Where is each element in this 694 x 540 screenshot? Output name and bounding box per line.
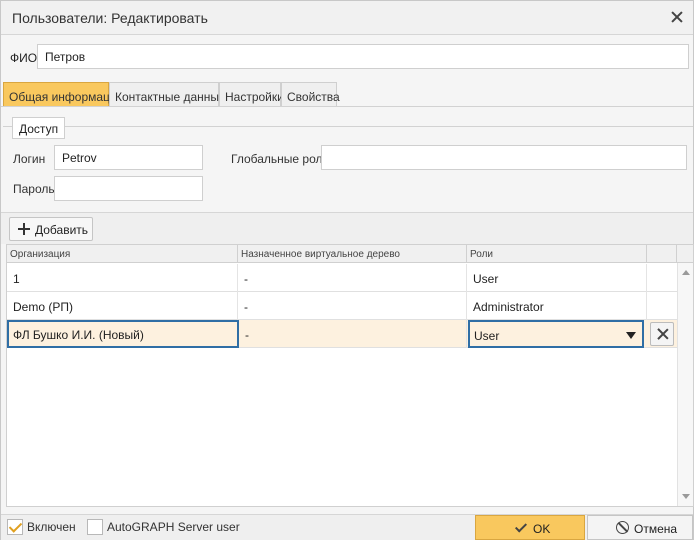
- cell-virtual-tree[interactable]: -: [239, 320, 467, 348]
- fio-label: ФИО: [10, 51, 38, 65]
- ban-icon: [616, 521, 629, 534]
- cell-organization-editing[interactable]: ФЛ Бушко И.И. (Новый): [7, 320, 239, 348]
- tab-contact-data[interactable]: Контактные данные: [109, 82, 226, 107]
- global-roles-input[interactable]: [321, 145, 687, 170]
- chevron-down-icon[interactable]: [626, 332, 636, 339]
- login-input[interactable]: [54, 145, 203, 170]
- role-select-value: User: [474, 329, 500, 343]
- cell-virtual-tree[interactable]: -: [238, 292, 467, 320]
- add-button[interactable]: Добавить: [9, 217, 93, 241]
- grid-scrollbar[interactable]: [677, 263, 693, 506]
- table-row[interactable]: Demo (РП) - Administrator: [7, 292, 677, 320]
- server-user-checkbox[interactable]: [87, 519, 103, 535]
- enabled-checkbox[interactable]: [7, 519, 23, 535]
- delete-row-button[interactable]: [650, 322, 674, 346]
- scroll-down-icon[interactable]: [682, 494, 690, 499]
- scroll-up-icon[interactable]: [682, 270, 690, 275]
- global-roles-label: Глобальные роли: [231, 152, 330, 166]
- column-header-organization[interactable]: Организация: [7, 245, 238, 263]
- fio-input[interactable]: [37, 44, 689, 69]
- role-select[interactable]: User: [468, 320, 644, 348]
- tab-settings[interactable]: Настройки: [219, 82, 284, 107]
- ok-button[interactable]: OK: [475, 515, 585, 540]
- tab-general-info[interactable]: Общая информация: [3, 82, 123, 107]
- column-header-roles[interactable]: Роли: [467, 245, 647, 263]
- cancel-button[interactable]: Отмена: [587, 515, 693, 540]
- organizations-grid: Организация Назначенное виртуальное дере…: [6, 244, 694, 507]
- dialog-title: Пользователи: Редактировать: [12, 10, 208, 26]
- access-legend: Доступ: [12, 117, 66, 139]
- add-button-label: Добавить: [35, 223, 89, 237]
- edit-user-dialog: Пользователи: Редактировать ФИО Общая ин…: [0, 0, 694, 540]
- cell-role[interactable]: User: [467, 264, 647, 292]
- cell-role[interactable]: Administrator: [467, 292, 647, 320]
- password-input[interactable]: [54, 176, 203, 201]
- table-row[interactable]: 1 - User: [7, 264, 677, 292]
- check-icon: [514, 520, 528, 533]
- password-label: Пароль: [13, 182, 55, 196]
- grid-toolbar: [1, 212, 693, 244]
- close-icon[interactable]: [668, 8, 686, 26]
- cell-organization[interactable]: 1: [7, 264, 238, 292]
- enabled-label: Включен: [27, 520, 76, 534]
- table-row-selected[interactable]: ФЛ Бушко И.И. (Новый) - User: [7, 320, 677, 348]
- column-header-actions: [647, 245, 677, 263]
- grid-header: Организация Назначенное виртуальное дере…: [7, 245, 693, 263]
- login-label: Логин: [13, 152, 46, 166]
- title-bar: Пользователи: Редактировать: [1, 1, 693, 35]
- ok-button-label: OK: [533, 522, 551, 536]
- plus-icon: [18, 223, 30, 235]
- cell-virtual-tree[interactable]: -: [238, 264, 467, 292]
- server-user-label: AutoGRAPH Server user: [107, 520, 240, 534]
- cancel-button-label: Отмена: [634, 522, 678, 536]
- cell-organization[interactable]: Demo (РП): [7, 292, 238, 320]
- tab-properties[interactable]: Свойства: [281, 82, 340, 107]
- column-header-virtual-tree[interactable]: Назначенное виртуальное дерево: [238, 245, 467, 263]
